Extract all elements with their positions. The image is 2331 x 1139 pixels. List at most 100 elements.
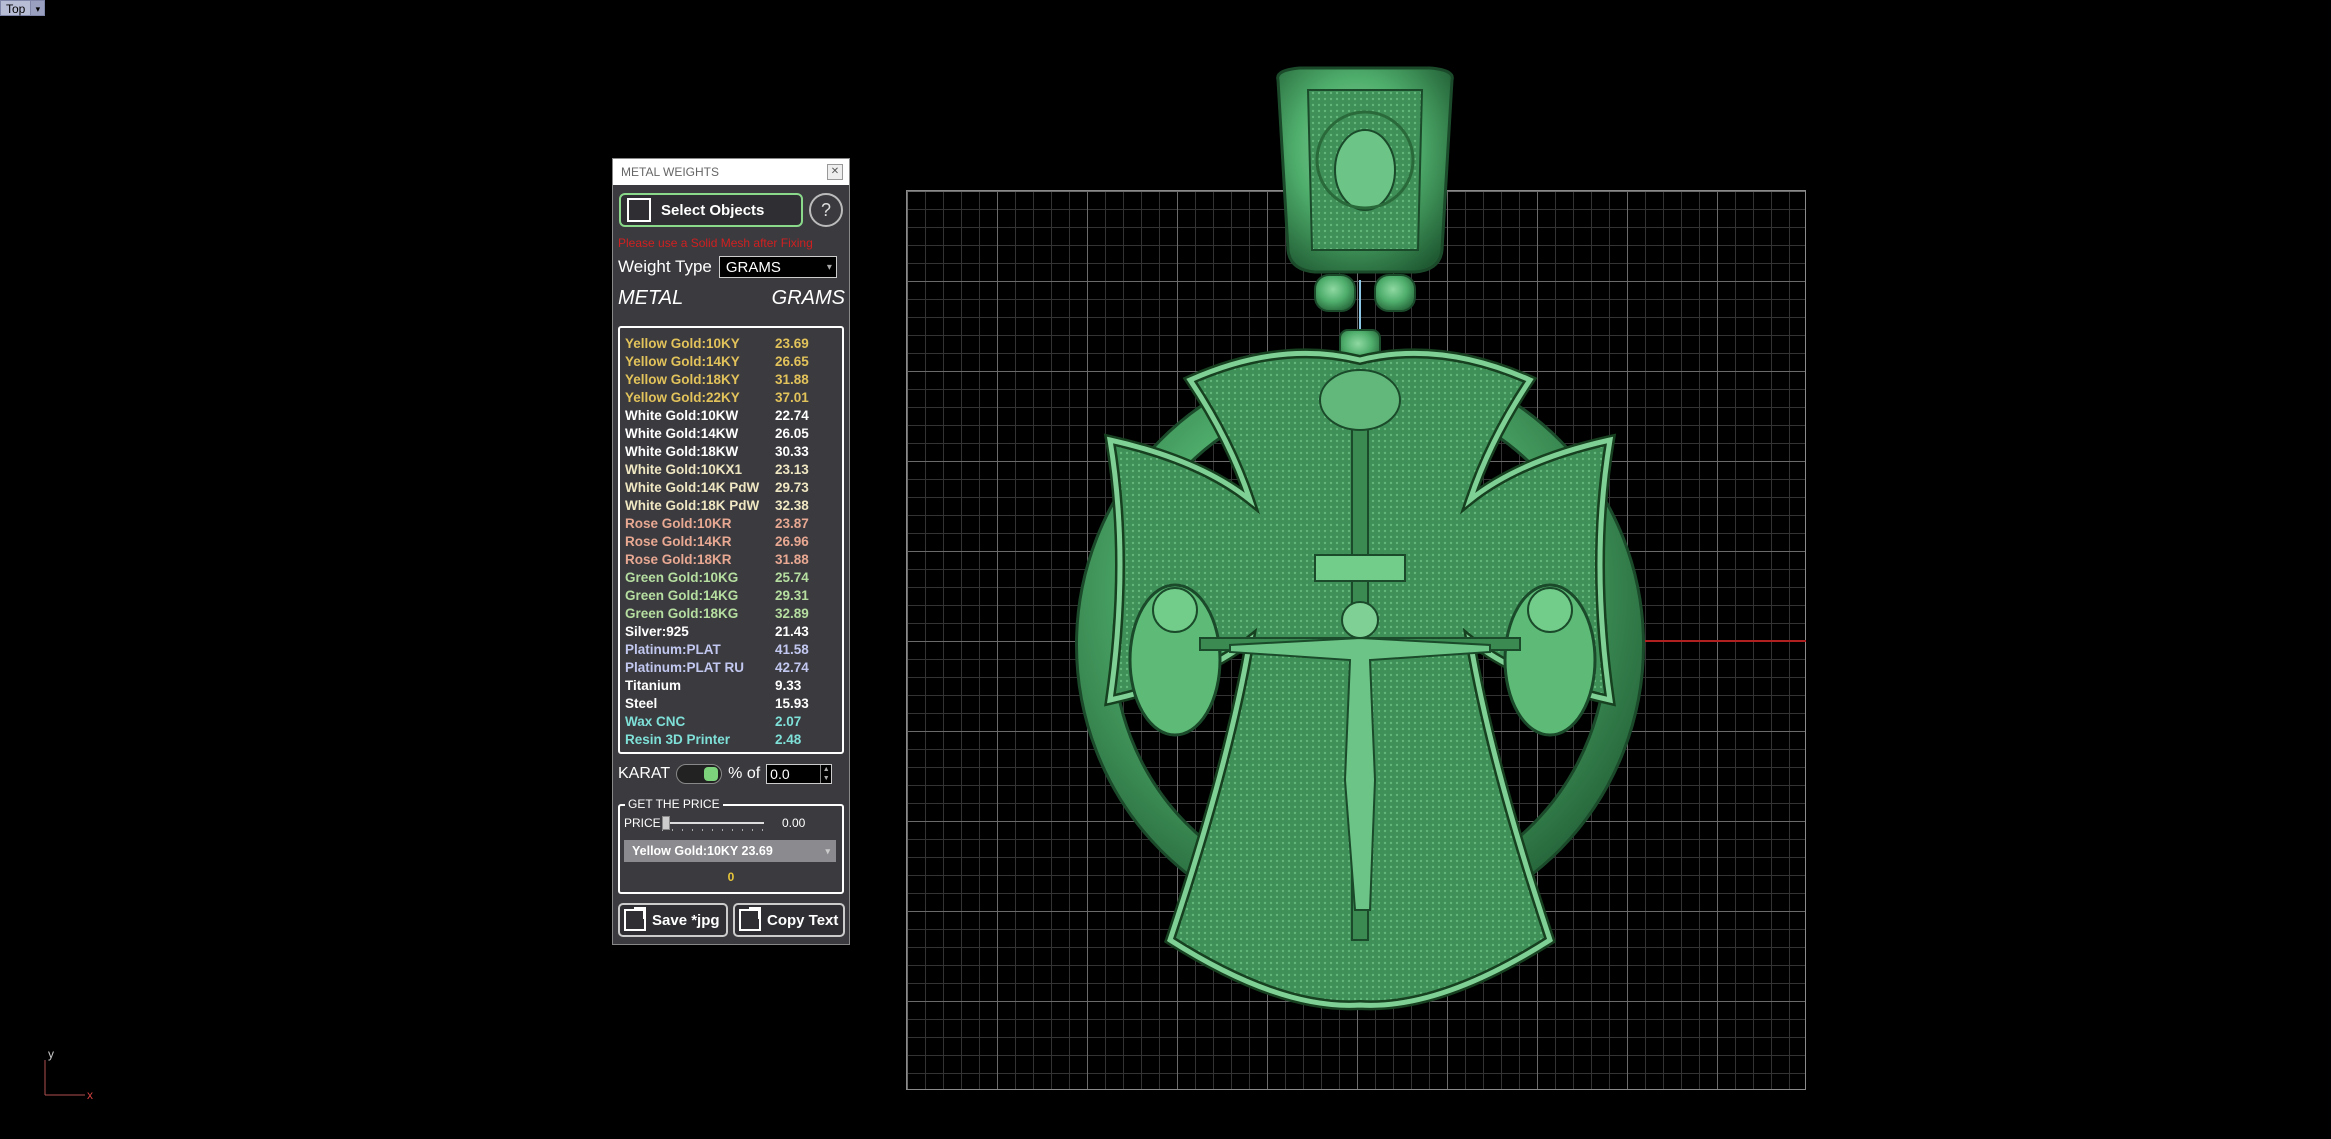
viewport-label[interactable]: Top <box>0 0 32 16</box>
metal-weight: 23.69 <box>775 336 809 351</box>
metal-row: White Gold:18KW 30.33 <box>625 443 842 461</box>
metal-weight: 15.93 <box>775 696 809 711</box>
price-slider[interactable] <box>662 816 764 831</box>
metal-weight: 29.73 <box>775 480 809 495</box>
copy-text-button[interactable]: Copy Text <box>733 903 845 937</box>
metal-weight: 2.48 <box>775 732 802 747</box>
metal-name: Wax CNC <box>625 714 686 729</box>
weight-type-select[interactable]: GRAMS ▾ <box>718 256 837 278</box>
karat-label: KARAT <box>618 765 671 782</box>
save-jpg-label: Save *jpg <box>652 911 720 929</box>
percent-input[interactable]: 0.0 ▲ ▼ <box>766 764 833 784</box>
karat-toggle[interactable] <box>676 764 723 784</box>
save-jpg-button[interactable]: Save *jpg <box>618 903 728 937</box>
bail <box>1276 66 1454 365</box>
copy-text-label: Copy Text <box>767 911 839 929</box>
metal-row: Rose Gold:10KR 23.87 <box>625 515 842 533</box>
metal-weight: 26.05 <box>775 426 809 441</box>
close-icon[interactable]: ✕ <box>827 164 843 180</box>
metal-weight: 29.31 <box>775 588 809 603</box>
metal-name: White Gold:18KW <box>625 444 739 459</box>
metal-name: Platinum:PLAT RU <box>625 660 744 675</box>
pendant-model[interactable] <box>1070 60 1670 1020</box>
metal-name: White Gold:18K PdW <box>625 498 760 513</box>
unit-column-header: GRAMS <box>771 287 845 309</box>
metal-weight: 2.07 <box>775 714 802 729</box>
metal-weight-list: Yellow Gold:10KY 23.69 Yellow Gold:14KY 26.… <box>618 326 844 754</box>
price-label: PRICE <box>624 816 661 830</box>
metal-name: Steel <box>625 696 658 711</box>
price-result: 0 <box>727 870 735 884</box>
metal-name: Yellow Gold:14KY <box>625 354 740 369</box>
metal-weight: 21.43 <box>775 624 809 639</box>
metal-row: White Gold:14KW 26.05 <box>625 425 842 443</box>
metal-name: Green Gold:14KG <box>625 588 739 603</box>
export-icon <box>624 909 646 931</box>
metal-name: White Gold:10KW <box>625 408 739 423</box>
help-button[interactable]: ? <box>809 193 843 227</box>
panel-title-bar[interactable]: METAL WEIGHTS ✕ <box>613 159 849 185</box>
metal-name: Silver:925 <box>625 624 689 639</box>
metal-weight: 26.65 <box>775 354 809 369</box>
metal-name: White Gold:14K PdW <box>625 480 760 495</box>
metal-row: Platinum:PLAT 41.58 <box>625 641 842 659</box>
metal-column-header: METAL <box>618 287 684 309</box>
metal-row: Steel 15.93 <box>625 695 842 713</box>
chevron-down-icon: ▾ <box>825 846 830 856</box>
metal-weight: 9.33 <box>775 678 802 693</box>
get-price-group: GET THE PRICE PRICE 0.00 Yellow Gold:10K… <box>618 797 844 894</box>
metal-name: Green Gold:10KG <box>625 570 739 585</box>
price-slider-thumb[interactable] <box>662 816 670 830</box>
metal-name: White Gold:14KW <box>625 426 739 441</box>
viewport-tab[interactable]: Top ▾ <box>0 0 46 16</box>
metal-weight: 23.87 <box>775 516 809 531</box>
metal-weight: 22.74 <box>775 408 809 423</box>
viewport-dropdown-icon[interactable]: ▾ <box>31 0 46 16</box>
metal-name: Rose Gold:14KR <box>625 534 732 549</box>
metal-name: Yellow Gold:22KY <box>625 390 740 405</box>
metal-weights-panel: METAL WEIGHTS ✕ Select Objects ? Please … <box>612 158 850 945</box>
metal-weight: 25.74 <box>775 570 809 585</box>
metal-name: Titanium <box>625 678 682 693</box>
metal-weight: 42.74 <box>775 660 809 675</box>
axis-y-label: y <box>48 1047 54 1061</box>
metal-row: Platinum:PLAT RU 42.74 <box>625 659 842 677</box>
spinner-icon[interactable]: ▲ ▼ <box>820 765 831 783</box>
metal-name: Rose Gold:18KR <box>625 552 732 567</box>
export-icon <box>739 909 761 931</box>
metal-row: Titanium 9.33 <box>625 677 842 695</box>
price-metal-value: Yellow Gold:10KY 23.69 <box>632 844 773 858</box>
metal-row: Rose Gold:14KR 26.96 <box>625 533 842 551</box>
weight-type-label: Weight Type <box>618 257 712 276</box>
metal-weight: 31.88 <box>775 372 809 387</box>
panel-title: METAL WEIGHTS <box>621 165 720 179</box>
metal-row: Wax CNC 2.07 <box>625 713 842 731</box>
metal-row: White Gold:10KW 22.74 <box>625 407 842 425</box>
weight-type-value: GRAMS <box>725 259 781 276</box>
metal-row: Green Gold:14KG 29.31 <box>625 587 842 605</box>
metal-weight: 30.33 <box>775 444 809 459</box>
metal-name: Yellow Gold:18KY <box>625 372 740 387</box>
select-objects-button[interactable]: Select Objects <box>619 193 803 227</box>
chevron-down-icon: ▾ <box>826 262 832 273</box>
get-price-label: GET THE PRICE <box>625 797 723 811</box>
metal-weight: 37.01 <box>775 390 809 405</box>
metal-name: Resin 3D Printer <box>625 732 731 747</box>
metal-row: Resin 3D Printer 2.48 <box>625 731 842 749</box>
price-value: 0.00 <box>782 816 806 830</box>
select-cursor-icon <box>627 198 651 222</box>
metal-row: Yellow Gold:18KY 31.88 <box>625 371 842 389</box>
metal-row: Silver:925 21.43 <box>625 623 842 641</box>
metal-row: White Gold:14K PdW 29.73 <box>625 479 842 497</box>
metal-name: Rose Gold:10KR <box>625 516 732 531</box>
metal-name: White Gold:10KX1 <box>625 462 743 477</box>
metal-weight: 31.88 <box>775 552 809 567</box>
price-metal-select[interactable]: Yellow Gold:10KY 23.69 ▾ <box>624 840 836 862</box>
metal-row: Yellow Gold:22KY 37.01 <box>625 389 842 407</box>
metal-row: White Gold:10KX1 23.13 <box>625 461 842 479</box>
percent-label: % of <box>728 765 761 782</box>
metal-weight: 23.13 <box>775 462 809 477</box>
axis-x-label: x <box>87 1088 93 1100</box>
metal-row: White Gold:18K PdW 32.38 <box>625 497 842 515</box>
metal-row: Green Gold:18KG 32.89 <box>625 605 842 623</box>
